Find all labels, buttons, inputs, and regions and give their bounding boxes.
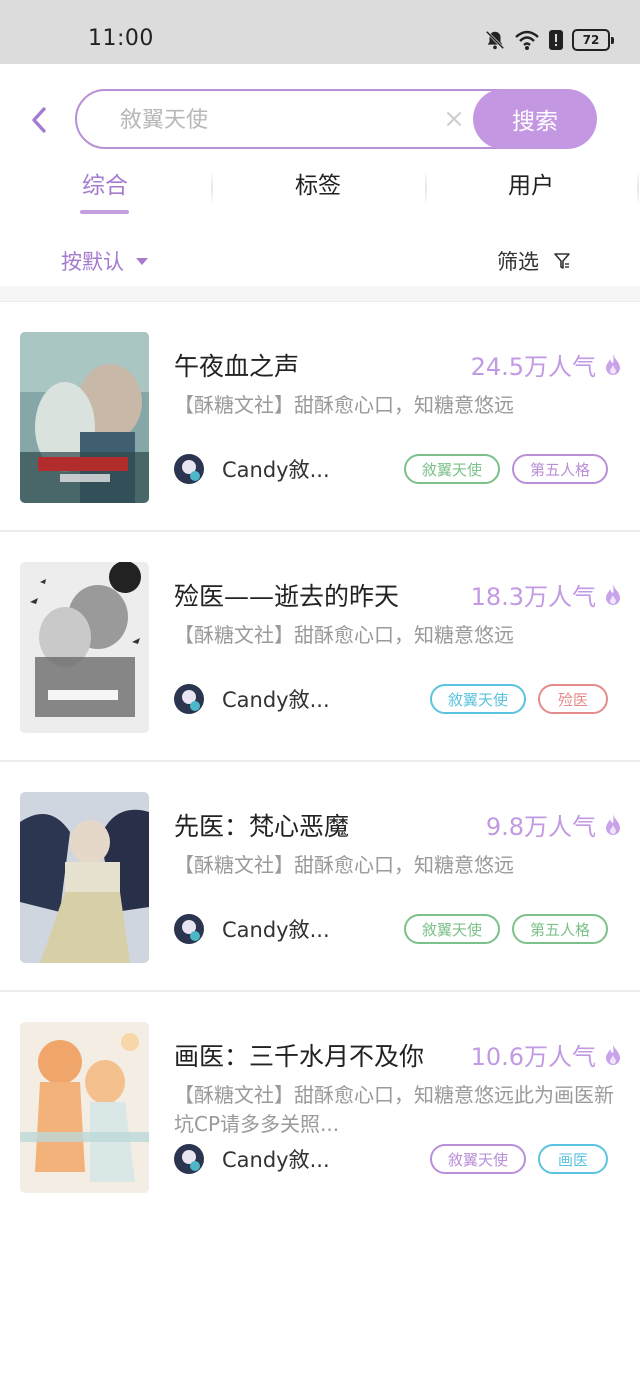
author-name: Candy敘... bbox=[222, 918, 330, 942]
book-title: 先医：梵心恶魔 bbox=[174, 812, 350, 841]
tag-list: 敘翼天使 殓医 bbox=[429, 684, 608, 714]
avatar bbox=[174, 684, 204, 714]
filter-icon bbox=[554, 253, 570, 269]
bell-muted-icon bbox=[485, 30, 505, 50]
tag[interactable]: 敘翼天使 bbox=[403, 454, 500, 484]
sort-label: 按默认 bbox=[61, 250, 124, 274]
avatar bbox=[174, 454, 204, 484]
popularity-count: 18.3万人气 bbox=[470, 583, 596, 611]
status-icons: 72 bbox=[484, 26, 614, 54]
back-button[interactable] bbox=[24, 100, 54, 140]
tab-divider bbox=[637, 170, 639, 206]
book-description: 【酥糖文社】甜酥愈心口，知糖意悠远 bbox=[174, 623, 514, 647]
tab-divider bbox=[211, 170, 213, 206]
clear-icon[interactable]: × bbox=[441, 105, 467, 133]
book-description: 【酥糖文社】甜酥愈心口，知糖意悠远此为画医新坑CP请多多关照... bbox=[174, 1083, 614, 1136]
sort-dropdown[interactable]: 按默认 bbox=[61, 246, 148, 276]
tab-comprehensive[interactable]: 综合 bbox=[55, 166, 155, 212]
author[interactable]: Candy敘... bbox=[174, 454, 330, 484]
popularity: 10.6万人气 bbox=[471, 1037, 622, 1072]
flame-icon bbox=[606, 583, 620, 605]
tab-users[interactable]: 用户 bbox=[481, 166, 581, 212]
filter-label: 筛选 bbox=[497, 250, 539, 274]
book-cover-image bbox=[20, 562, 149, 733]
book-card[interactable]: 画医：三千水月不及你 10.6万人气 【酥糖文社】甜酥愈心口，知糖意悠远此为画医… bbox=[0, 992, 640, 1222]
status-time: 11:00 bbox=[88, 26, 154, 51]
tab-active-indicator bbox=[80, 210, 129, 214]
caret-down-icon bbox=[136, 257, 148, 265]
filter-button[interactable]: 筛选 bbox=[497, 246, 571, 276]
status-bar: 11:00 72 bbox=[0, 0, 640, 64]
section-separator bbox=[0, 286, 640, 302]
avatar bbox=[174, 914, 204, 944]
tag[interactable]: 敘翼天使 bbox=[429, 684, 526, 714]
popularity: 9.8万人气 bbox=[486, 807, 622, 842]
author-name: Candy敘... bbox=[222, 1148, 330, 1172]
popularity-count: 10.6万人气 bbox=[470, 1043, 596, 1071]
wifi-icon bbox=[515, 30, 539, 50]
flame-icon bbox=[606, 813, 620, 835]
book-cover-image bbox=[20, 1022, 149, 1193]
flame-icon bbox=[606, 353, 620, 375]
popularity: 18.3万人气 bbox=[471, 577, 622, 612]
book-description: 【酥糖文社】甜酥愈心口，知糖意悠远 bbox=[174, 853, 514, 877]
book-description: 【酥糖文社】甜酥愈心口，知糖意悠远 bbox=[174, 393, 514, 417]
tab-bar: 综合 标签 用户 bbox=[0, 160, 640, 218]
sort-filter-row: 按默认 筛选 bbox=[0, 236, 640, 284]
book-title: 画医：三千水月不及你 bbox=[174, 1042, 425, 1071]
author-name: Candy敘... bbox=[222, 458, 330, 482]
author-name: Candy敘... bbox=[222, 688, 330, 712]
book-card[interactable]: 午夜血之声 24.5万人气 【酥糖文社】甜酥愈心口，知糖意悠远 Candy敘..… bbox=[0, 302, 640, 532]
author[interactable]: Candy敘... bbox=[174, 684, 330, 714]
search-button[interactable]: 搜索 bbox=[473, 89, 597, 149]
search-input[interactable] bbox=[120, 104, 420, 136]
alert-icon bbox=[549, 30, 563, 50]
popularity-count: 24.5万人气 bbox=[470, 353, 596, 381]
battery-icon: 72 bbox=[572, 29, 614, 51]
book-card[interactable]: 先医：梵心恶魔 9.8万人气 【酥糖文社】甜酥愈心口，知糖意悠远 Candy敘.… bbox=[0, 762, 640, 992]
tag[interactable]: 画医 bbox=[538, 1144, 608, 1174]
tab-divider bbox=[425, 170, 427, 206]
chevron-left-icon bbox=[32, 107, 46, 133]
book-list: 午夜血之声 24.5万人气 【酥糖文社】甜酥愈心口，知糖意悠远 Candy敘..… bbox=[0, 302, 640, 1222]
tag-list: 敘翼天使 画医 bbox=[429, 1144, 608, 1174]
battery-level: 72 bbox=[582, 33, 600, 47]
book-cover-image bbox=[20, 332, 149, 503]
tab-tags[interactable]: 标签 bbox=[268, 166, 368, 212]
book-title: 殓医——逝去的昨天 bbox=[174, 582, 400, 611]
tag[interactable]: 第五人格 bbox=[511, 454, 608, 484]
flame-icon bbox=[606, 1043, 620, 1065]
author[interactable]: Candy敘... bbox=[174, 914, 330, 944]
tag[interactable]: 殓医 bbox=[538, 684, 608, 714]
book-title: 午夜血之声 bbox=[174, 352, 300, 381]
tag[interactable]: 敘翼天使 bbox=[429, 1144, 526, 1174]
tag[interactable]: 敘翼天使 bbox=[403, 914, 500, 944]
popularity: 24.5万人气 bbox=[471, 347, 622, 382]
tag-list: 敘翼天使 第五人格 bbox=[403, 454, 608, 484]
tag-list: 敘翼天使 第五人格 bbox=[403, 914, 608, 944]
popularity-count: 9.8万人气 bbox=[485, 813, 596, 841]
tag[interactable]: 第五人格 bbox=[511, 914, 608, 944]
book-cover-image bbox=[20, 792, 149, 963]
avatar bbox=[174, 1144, 204, 1174]
book-card[interactable]: 殓医——逝去的昨天 18.3万人气 【酥糖文社】甜酥愈心口，知糖意悠远 Cand… bbox=[0, 532, 640, 762]
author[interactable]: Candy敘... bbox=[174, 1144, 330, 1174]
